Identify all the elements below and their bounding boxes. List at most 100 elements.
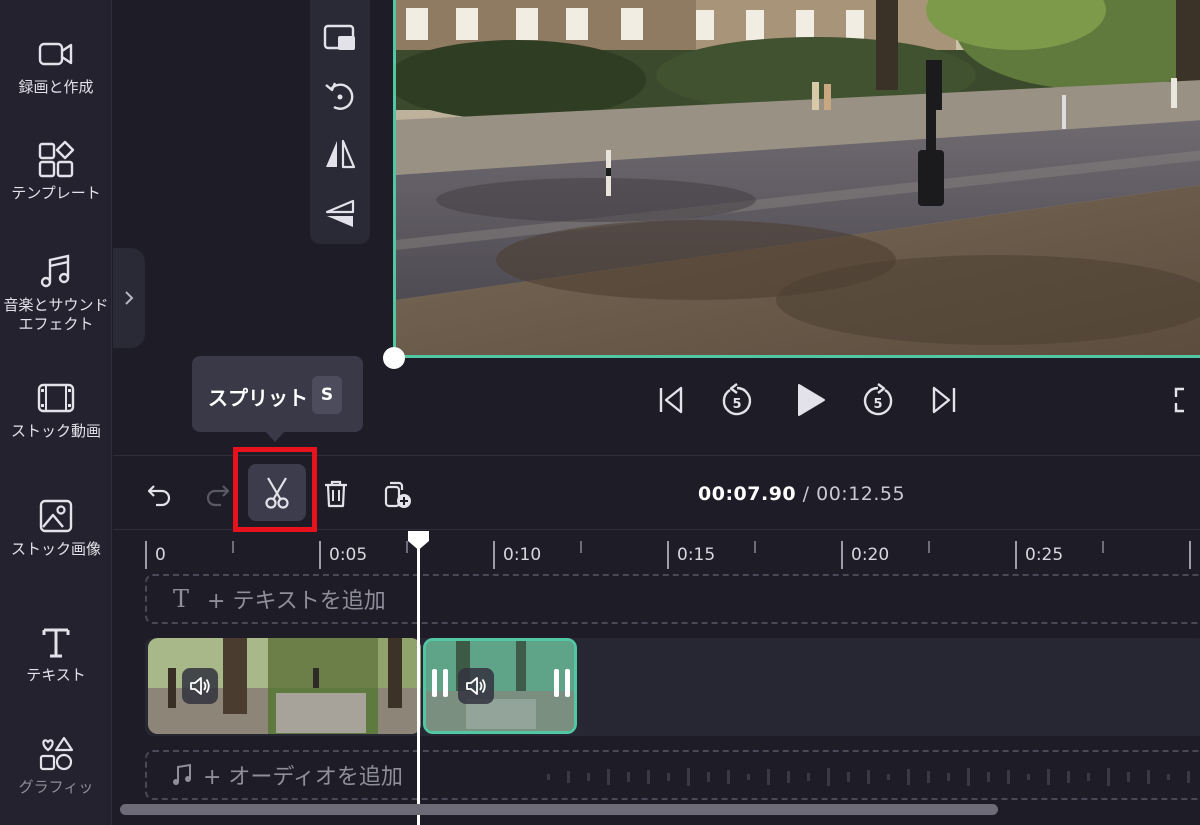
play-icon [798,384,825,416]
redo-icon [206,485,230,507]
add-audio-label: + オーディオを追加 [203,765,403,790]
sidebar-label: ストック画像 [10,540,101,558]
ruler-tick [232,541,234,553]
ruler-tick [928,541,930,553]
rotate-icon [325,82,354,110]
film-icon [37,383,75,413]
rewind-5-icon: 5 [722,383,752,416]
rewind-seconds-label: 5 [732,397,741,412]
highlight-box [233,447,317,532]
sidebar-item-stock-images[interactable]: ストック画像 [0,496,112,559]
selected-video-clip[interactable] [423,638,577,734]
left-sidebar: 録画と作成 テンプレート 音楽とサウンドエフェクト ストック動画 ストック画像 … [0,0,112,825]
ruler-tick [667,541,669,569]
trim-handle-right[interactable] [554,669,570,703]
fullscreen-button[interactable] [1172,378,1200,422]
text-icon [42,628,70,658]
flip-vertical-icon [325,199,355,227]
ruler-tick [580,541,582,553]
clip-thumbnail [426,641,574,731]
skip-to-end-button[interactable] [925,378,963,422]
total-time: 00:12.55 [816,483,906,505]
ruler-label: 0:15 [677,545,716,565]
tooltip-arrow [265,431,285,442]
timeline-ruler[interactable]: 0 0:05 0:10 0:15 0:20 0:25 [145,537,1200,571]
clip-volume-button[interactable] [458,668,494,704]
picture-in-picture-icon [323,24,355,50]
flip-vertical-button[interactable] [320,194,360,234]
skip-to-end-icon [932,386,956,414]
ruler-tick [841,541,843,569]
sidebar-label: テキスト [26,666,86,684]
add-text-label: + テキストを追加 [207,589,386,614]
undo-button[interactable] [137,470,181,518]
playhead-handle[interactable] [406,529,431,551]
ruler-tick [1189,541,1191,569]
video-camera-icon [38,42,73,66]
tooltip-label: スプリット [208,386,308,410]
ruler-label: 0:10 [503,545,542,565]
ruler-tick [319,541,321,569]
ruler-tick [754,541,756,553]
flip-horizontal-button[interactable] [320,134,360,174]
sidebar-label: 音楽とサウンドエフェクト [3,296,109,333]
ruler-tick [1015,541,1017,569]
sidebar-item-templates[interactable]: テンプレート [0,140,112,203]
forward-5-button[interactable]: 5 [858,378,898,422]
trim-handle-left[interactable] [432,669,448,703]
ruler-label: 0:25 [1025,545,1064,565]
timecode: 00:07.90 / 00:12.55 [698,483,905,505]
skip-to-start-icon [659,386,683,414]
time-separator: / [796,483,817,505]
graphics-icon [39,736,74,771]
image-icon [39,499,73,533]
crop-resize-handle[interactable] [383,347,405,369]
duplicate-button[interactable] [376,470,420,518]
video-editor: 録画と作成 テンプレート 音楽とサウンドエフェクト ストック動画 ストック画像 … [0,0,1200,825]
ruler-label: 0:05 [329,545,368,565]
trash-icon [325,480,347,508]
ruler-tick [493,541,495,569]
play-button[interactable] [790,378,830,422]
sidebar-item-graphics[interactable]: グラフィッ [0,734,112,797]
sidebar-item-text[interactable]: テキスト [0,622,112,685]
clip-volume-button[interactable] [182,668,218,704]
shortcut-key: S [312,376,342,414]
forward-5-icon: 5 [863,383,893,416]
sidebar-item-music-sfx[interactable]: 音楽とサウンドエフェクト [0,252,112,334]
rewind-5-button[interactable]: 5 [717,378,757,422]
fullscreen-icon [1174,387,1184,413]
templates-icon [38,140,75,178]
add-audio-track[interactable]: + オーディオを追加 [145,750,1200,800]
undo-icon [147,485,171,507]
skip-to-start-button[interactable] [652,378,690,422]
audio-waveform-decoration [547,768,1190,786]
picture-in-picture-button[interactable] [320,18,360,58]
video-preview[interactable] [393,0,1200,358]
rotate-button[interactable] [320,76,360,116]
ruler-tick [1102,541,1104,553]
expand-panel-button[interactable] [113,248,145,348]
speaker-icon [466,677,486,695]
video-frame-image [396,0,1200,355]
sidebar-label: 録画と作成 [18,78,94,96]
chevron-right-icon [125,291,134,305]
duplicate-icon [384,481,411,508]
speaker-icon [190,677,210,695]
split-tooltip: スプリット S [192,356,363,432]
delete-button[interactable] [314,470,358,518]
forward-seconds-label: 5 [873,397,882,412]
sidebar-label: テンプレート [11,184,101,202]
sidebar-label: グラフィッ [18,778,94,796]
video-clip[interactable] [148,638,421,734]
music-note-icon [40,254,70,288]
flip-horizontal-icon [326,139,356,169]
sidebar-item-record-create[interactable]: 録画と作成 [0,34,112,97]
preview-tools-panel [310,0,370,244]
music-note-icon [173,763,191,785]
timeline-scrollbar[interactable] [120,804,998,815]
playhead-line [417,540,420,825]
ruler-label: 0 [155,545,166,565]
add-text-track[interactable]: T + テキストを追加 [145,574,1200,624]
sidebar-item-stock-video[interactable]: ストック動画 [0,378,112,441]
